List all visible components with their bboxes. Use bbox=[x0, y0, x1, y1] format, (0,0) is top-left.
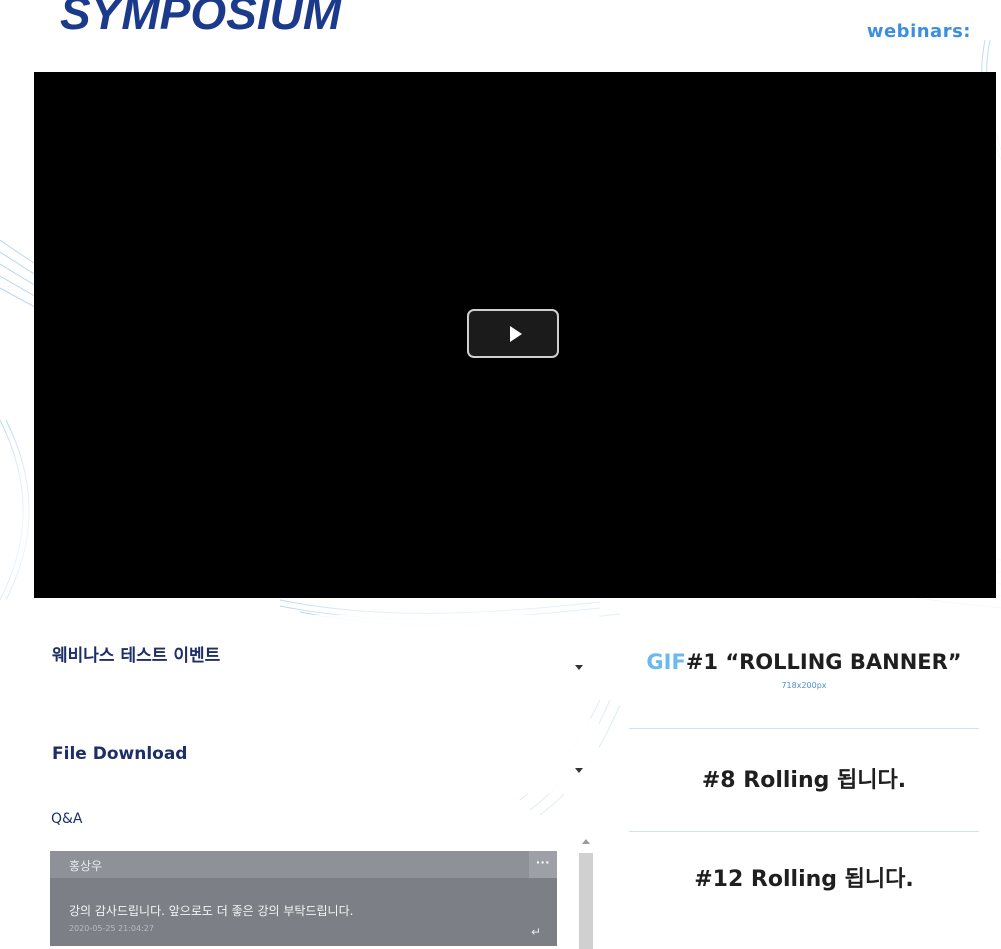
qa-heading: Q&A bbox=[51, 811, 83, 827]
webinars-brand[interactable]: webinars: bbox=[867, 21, 971, 42]
banner-1-text: #1 “ROLLING BANNER” bbox=[685, 650, 962, 674]
event-title: 웨비나스 테스트 이벤트 bbox=[52, 646, 221, 666]
qa-message-header: 홍상우 ··· bbox=[50, 851, 557, 878]
banner-12-text: #12 Rolling 됩니다. bbox=[694, 867, 914, 892]
symposium-logo[interactable]: SYMPOSIUM bbox=[60, 0, 341, 40]
more-options-icon[interactable]: ··· bbox=[529, 851, 557, 878]
qa-scrollbar[interactable] bbox=[579, 839, 593, 949]
video-player[interactable] bbox=[34, 72, 996, 598]
rolling-banner-1[interactable]: GIF#1 “ROLLING BANNER” 718x200px bbox=[629, 620, 979, 725]
chevron-down-icon[interactable] bbox=[575, 665, 583, 670]
gif-tag: GIF bbox=[646, 650, 686, 674]
scroll-up-icon[interactable] bbox=[582, 839, 590, 844]
site-header: SYMPOSIUM webinars: bbox=[0, 0, 1001, 72]
rolling-banner-8[interactable]: #8 Rolling 됩니다. bbox=[629, 732, 979, 837]
play-icon bbox=[510, 326, 522, 342]
file-download-accordion[interactable]: File Download bbox=[34, 718, 599, 794]
qa-timestamp: 2020-05-25 21:04:27 bbox=[69, 924, 154, 933]
file-download-title: File Download bbox=[52, 744, 188, 764]
chevron-down-icon[interactable] bbox=[575, 768, 583, 773]
guide-line bbox=[629, 831, 979, 832]
qa-author: 홍상우 bbox=[69, 859, 103, 873]
guide-line bbox=[629, 728, 979, 729]
webinars-brand-suffix: : bbox=[963, 21, 971, 42]
rolling-banner-12[interactable]: #12 Rolling 됩니다. bbox=[629, 835, 979, 940]
event-info-accordion[interactable]: 웨비나스 테스트 이벤트 bbox=[34, 615, 599, 691]
play-button[interactable] bbox=[467, 309, 559, 358]
banner-8-text: #8 Rolling 됩니다. bbox=[701, 768, 907, 793]
banner-1-heading: GIF#1 “ROLLING BANNER” bbox=[629, 650, 979, 674]
webinars-brand-text: webinars bbox=[866, 21, 964, 42]
banner-1-size: 718x200px bbox=[781, 681, 827, 690]
scroll-thumb[interactable] bbox=[579, 853, 593, 949]
qa-message-text: 강의 감사드립니다. 앞으로도 더 좋은 강의 부탁드립니다. bbox=[69, 904, 354, 918]
reply-icon[interactable]: ↵ bbox=[531, 925, 541, 939]
qa-message-card: 홍상우 ··· 강의 감사드립니다. 앞으로도 더 좋은 강의 부탁드립니다. … bbox=[50, 851, 557, 946]
